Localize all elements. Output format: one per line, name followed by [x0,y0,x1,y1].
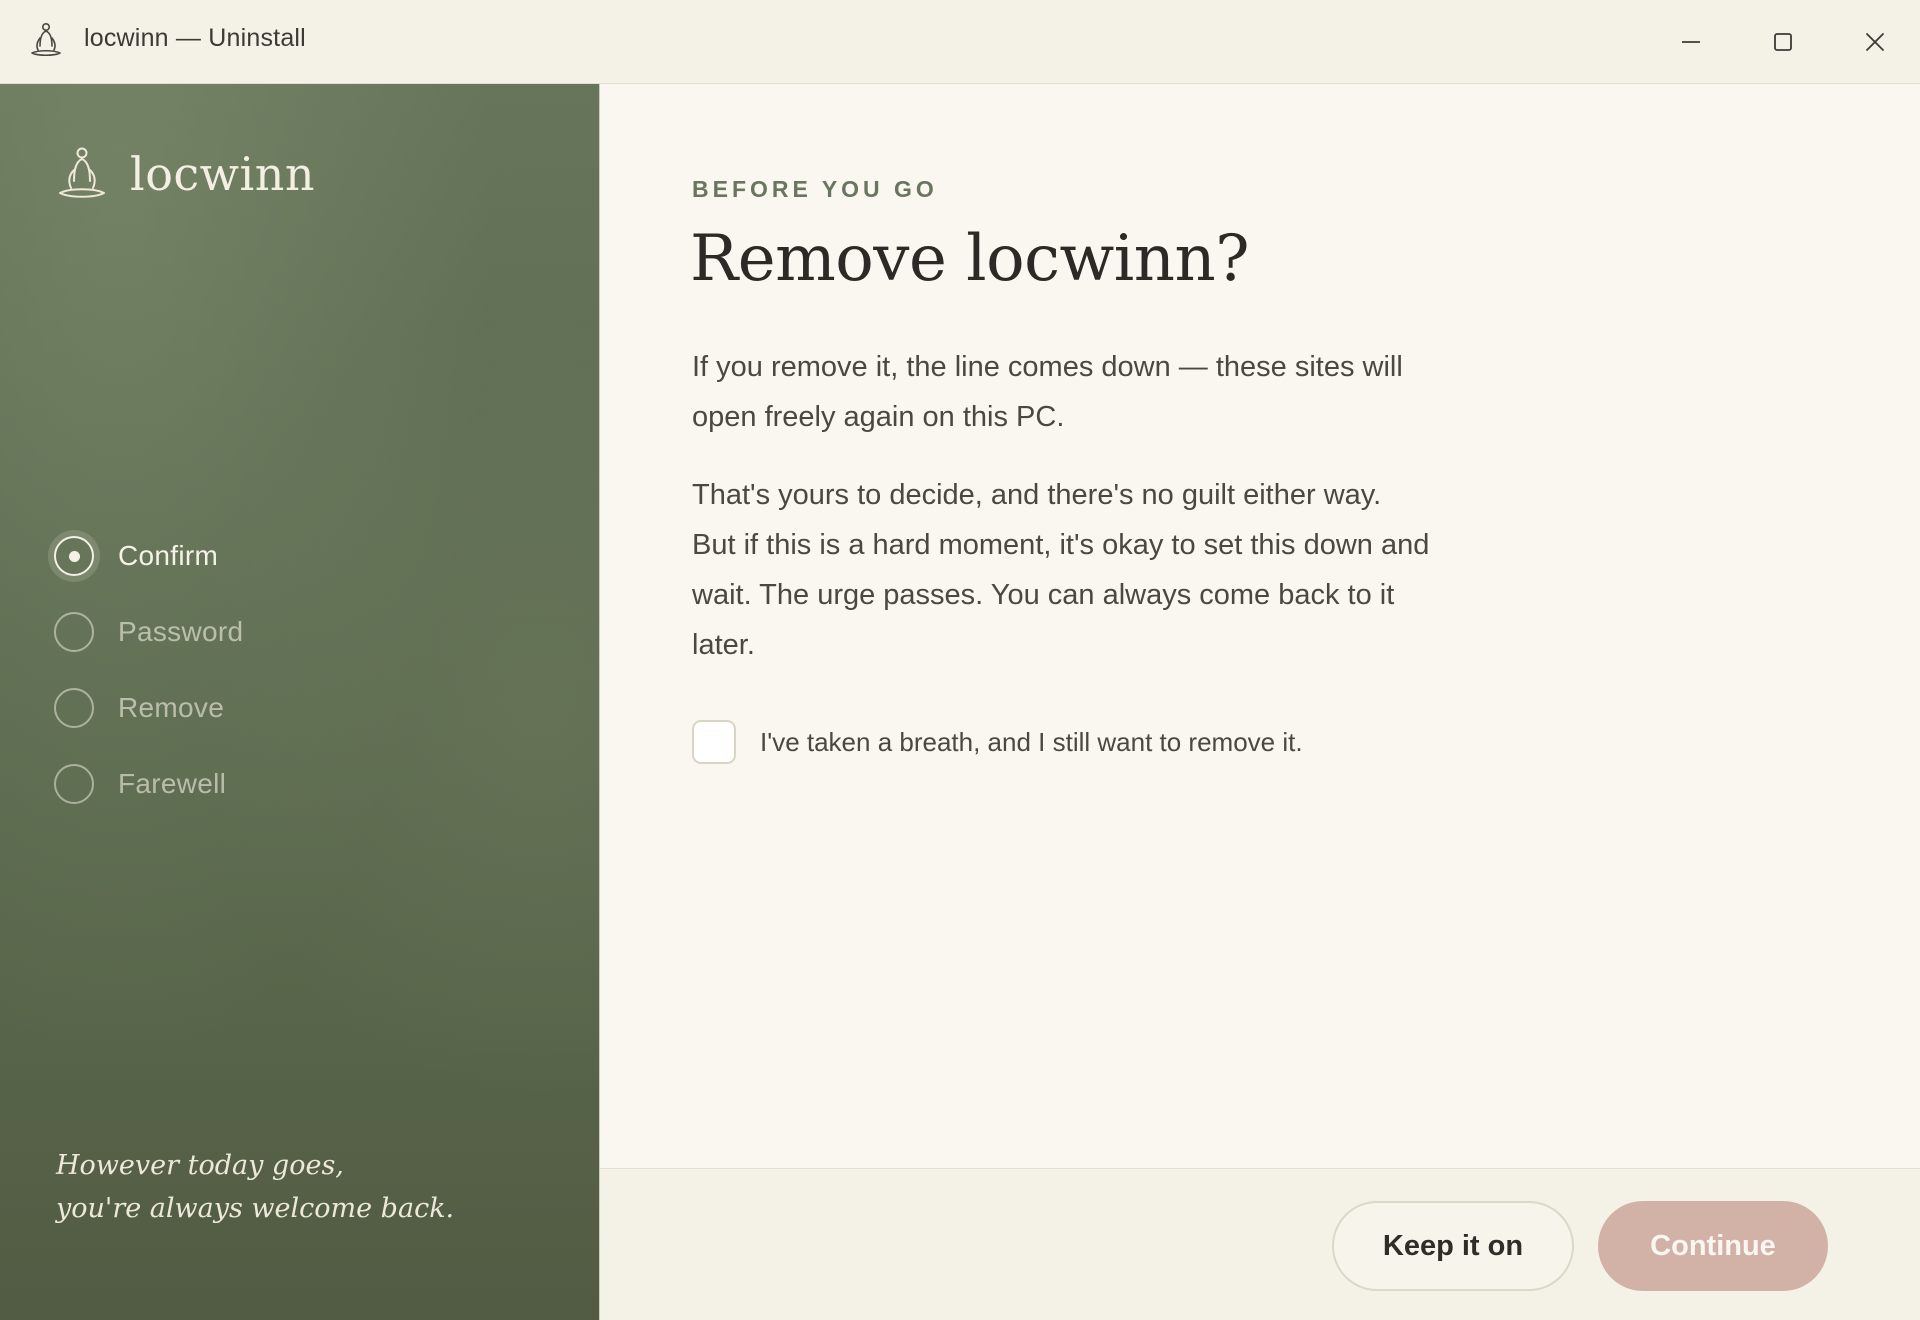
confirm-checkbox-label[interactable]: I've taken a breath, and I still want to… [760,727,1303,758]
minimize-button[interactable] [1646,0,1736,84]
step-list: Confirm Password Remove Farewell [54,518,243,822]
close-button[interactable] [1830,0,1920,84]
close-icon [1866,33,1884,51]
window-title: locwinn — Uninstall [84,24,306,52]
step-label: Remove [118,692,225,723]
step-farewell[interactable]: Farewell [54,746,243,822]
brand: locwinn [54,142,315,206]
maximize-icon [1774,33,1792,51]
title-bar: locwinn — Uninstall [0,0,1920,84]
brand-name: locwinn [130,147,316,201]
step-label: Password [118,616,244,647]
meditation-logo-icon [59,147,105,198]
keep-it-on-button[interactable]: Keep it on [1332,1201,1574,1291]
step-confirm[interactable]: Confirm [54,518,243,594]
continue-button[interactable]: Continue [1598,1201,1828,1291]
main-content: BEFORE YOU GO Remove locwinn? If you rem… [600,84,1920,1170]
footer-bar: Keep it on Continue [600,1168,1920,1320]
step-indicator [54,688,94,728]
confirm-checkbox-row[interactable]: I've taken a breath, and I still want to… [692,720,1303,764]
quote-line: you're always welcome back. [56,1193,455,1224]
eyebrow-label: BEFORE YOU GO [692,176,938,202]
step-remove[interactable]: Remove [54,670,243,746]
step-label: Confirm [118,540,219,571]
step-label: Farewell [118,768,227,799]
sidebar: locwinn Confirm Password Remove Farewell… [0,84,600,1320]
step-indicator [54,764,94,804]
confirm-checkbox[interactable] [692,720,736,764]
reassurance-paragraph: That's yours to decide, and there's no g… [692,479,1430,661]
uninstall-window: locwinn — Uninstall locwinn Confirm Pass… [0,0,1920,1320]
step-password[interactable]: Password [54,594,243,670]
maximize-button[interactable] [1738,0,1828,84]
description-paragraph: If you remove it, the line comes down — … [692,351,1403,433]
minimize-icon [1682,41,1700,43]
meditation-logo-icon [26,20,66,60]
step-indicator [54,612,94,652]
sidebar-quote: However today goes, you're always welcom… [56,1144,454,1230]
quote-line: However today goes, [56,1150,344,1181]
step-indicator-active [54,536,94,576]
page-title: Remove locwinn? [690,222,1250,296]
